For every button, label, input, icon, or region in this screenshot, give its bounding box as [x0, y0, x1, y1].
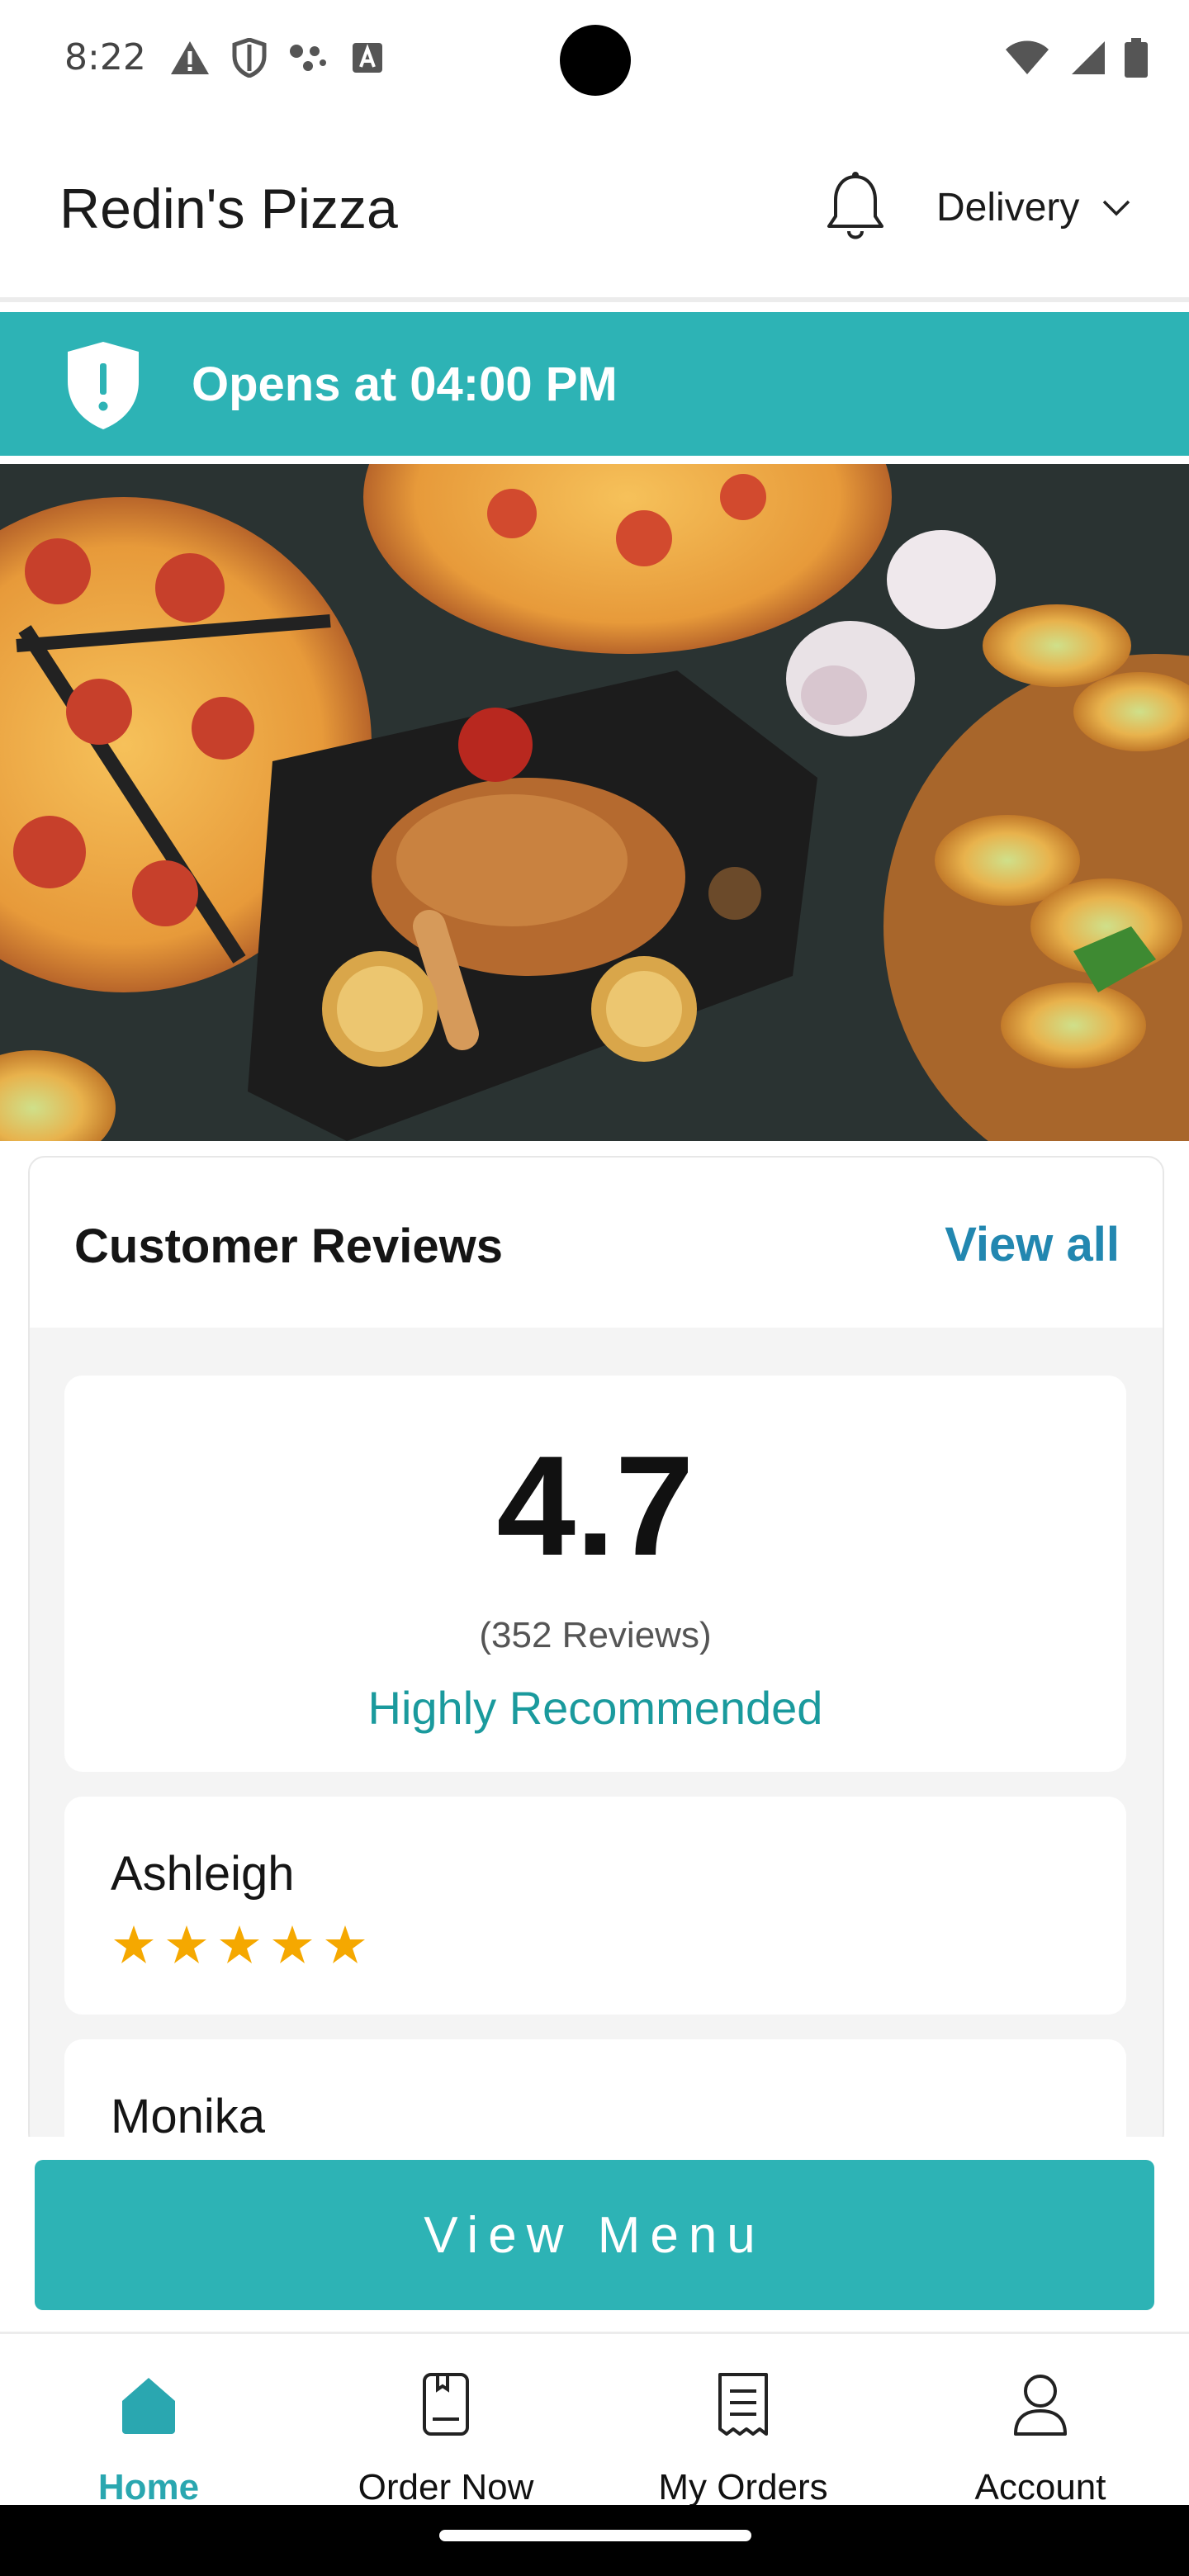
reviewer-name: Ashleigh	[111, 1847, 295, 1901]
notification-bell-icon[interactable]	[822, 170, 888, 244]
home-icon	[122, 2378, 175, 2434]
reviewer-name: Monika	[111, 2090, 265, 2143]
star-icon	[220, 1925, 259, 1963]
delivery-mode-dropdown[interactable]: Delivery	[936, 185, 1130, 230]
opening-hours-banner: Opens at 04:00 PM	[0, 312, 1189, 456]
status-icons-left	[169, 38, 384, 78]
view-all-reviews-link[interactable]: View all	[945, 1217, 1120, 1272]
camera-cutout	[560, 25, 631, 96]
nav-label-account: Account	[974, 2467, 1106, 2507]
order-icon	[423, 2373, 469, 2436]
status-time: 8:22	[64, 36, 146, 78]
delivery-mode-label: Delivery	[936, 186, 1080, 230]
wifi-icon	[1006, 40, 1049, 74]
star-rating	[112, 1924, 367, 1965]
home-gesture-handle[interactable]	[439, 2530, 751, 2541]
review-item[interactable]: Ashleigh	[64, 1797, 1126, 2015]
restaurant-name: Redin's Pizza	[59, 178, 398, 240]
person-icon	[1014, 2375, 1067, 2436]
nav-label-my-orders: My Orders	[658, 2467, 828, 2507]
nav-item-account[interactable]: Account	[892, 2335, 1189, 2507]
recommendation-label: Highly Recommended	[367, 1682, 823, 1734]
reviews-header: Customer Reviews View all	[30, 1158, 1163, 1328]
nav-label-home: Home	[97, 2467, 200, 2507]
nav-item-order-now[interactable]: Order Now	[297, 2335, 594, 2507]
system-nav-bar	[0, 2505, 1189, 2576]
shield-icon	[232, 38, 267, 78]
alert-shield-icon	[68, 342, 139, 429]
status-icons-right	[1004, 38, 1148, 78]
star-icon	[167, 1925, 206, 1963]
hero-food-image	[0, 464, 1189, 1141]
cta-area: View Menu	[0, 2137, 1189, 2334]
signal-icon	[1072, 41, 1105, 74]
star-icon	[325, 1925, 365, 1963]
review-item[interactable]: Monika	[64, 2039, 1126, 2148]
a-box-icon	[353, 43, 382, 73]
status-bar: 8:22	[0, 0, 1189, 124]
nav-item-home[interactable]: Home	[0, 2335, 297, 2507]
chevron-down-icon	[1103, 200, 1130, 215]
battery-icon	[1125, 38, 1148, 78]
opening-hours-text: Opens at 04:00 PM	[192, 358, 618, 411]
app-header: Redin's Pizza Delivery	[0, 124, 1189, 302]
star-icon	[272, 1925, 312, 1963]
review-count: (352 Reviews)	[479, 1615, 712, 1655]
nav-label-order-now: Order Now	[358, 2467, 534, 2507]
customer-reviews-card: Customer Reviews View all 4.7 (352 Revie…	[28, 1156, 1164, 2150]
warning-icon	[171, 41, 209, 74]
star-icon	[114, 1925, 154, 1963]
rating-score: 4.7	[496, 1427, 694, 1585]
receipt-icon	[718, 2373, 768, 2436]
bottom-nav: Home Order Now My Orders Account	[0, 2335, 1189, 2507]
nav-item-my-orders[interactable]: My Orders	[594, 2335, 892, 2507]
view-menu-button[interactable]: View Menu	[35, 2160, 1154, 2310]
rating-summary: 4.7 (352 Reviews) Highly Recommended	[64, 1376, 1126, 1772]
reviews-title: Customer Reviews	[74, 1219, 503, 1273]
assistant-dots-icon	[290, 45, 326, 71]
